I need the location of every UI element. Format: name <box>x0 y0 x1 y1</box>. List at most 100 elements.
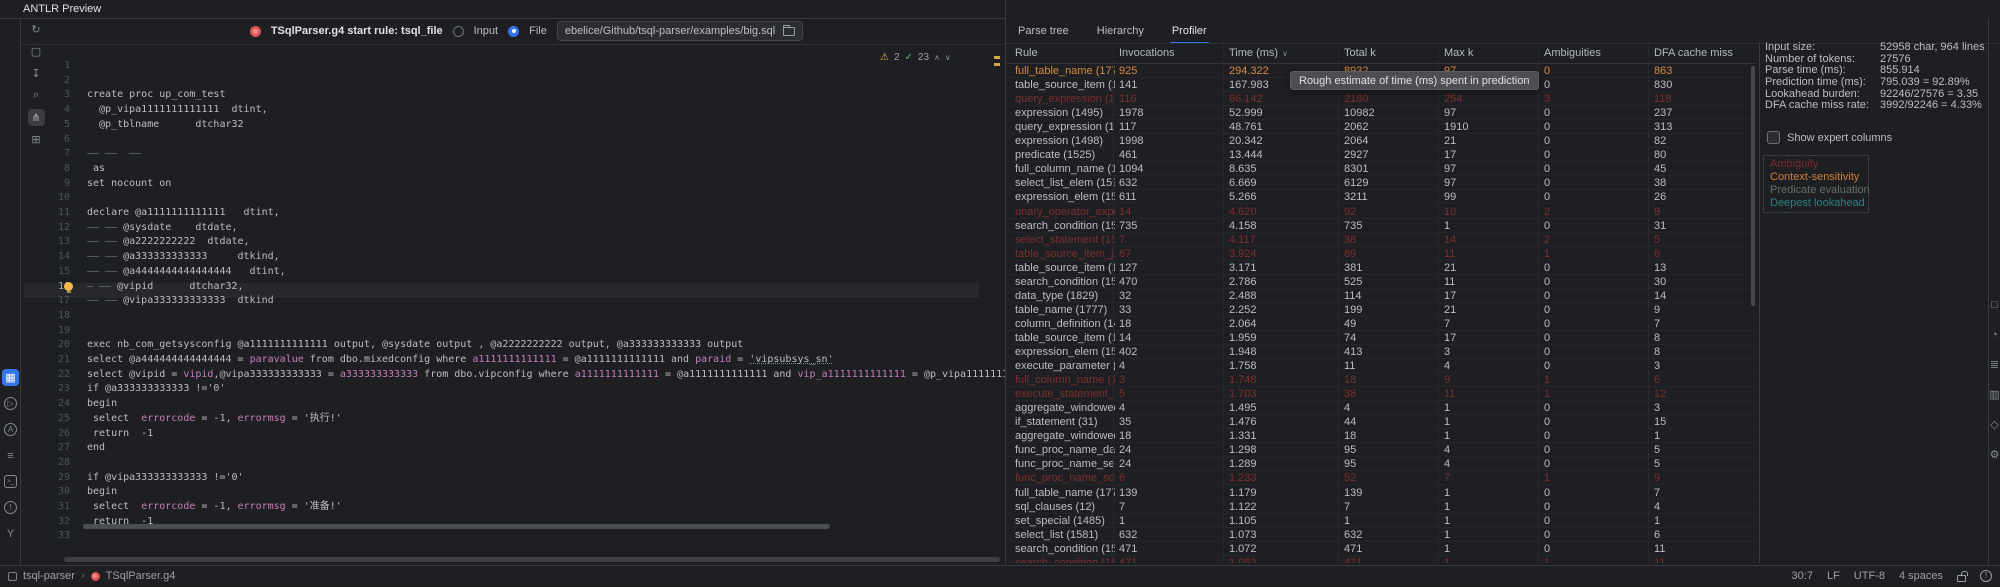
input-radio[interactable] <box>453 26 464 37</box>
table-row-ambiguous[interactable]: table_source_item_j...673.924891118 <box>1005 247 1757 261</box>
tab-parse-tree[interactable]: Parse tree <box>1016 18 1071 43</box>
column-header[interactable]: Invocations <box>1119 47 1175 59</box>
table-row[interactable]: search_condition (1519)7354.1587351031 <box>1005 219 1757 233</box>
code-line[interactable]: 6 <box>20 132 1005 147</box>
code-line[interactable]: 17—— —— @vipa333333333333 dtkind <box>20 293 1005 308</box>
code-line[interactable]: 28 <box>20 455 1005 470</box>
code-line[interactable]: 8 as <box>20 161 1005 176</box>
terminal-icon[interactable]: >_ <box>2 473 19 490</box>
table-row[interactable]: select_list_elem (1592)6326.669612997038 <box>1005 176 1757 190</box>
antlr-preview-icon[interactable]: ▦ <box>2 369 19 386</box>
status-item[interactable]: 4 spaces <box>1899 570 1943 582</box>
code-line[interactable]: 30begin <box>20 484 1005 499</box>
warning-stripe-mark[interactable] <box>994 56 1000 59</box>
right-stripe-icon-5-icon[interactable]: ◇ <box>1986 416 2000 433</box>
table-scrollbar[interactable] <box>1751 66 1755 306</box>
table-row[interactable]: set_special (1485)11.1051101 <box>1005 514 1757 528</box>
table-row-ambiguous[interactable]: unary_operator_expr...144.620921029 <box>1005 205 1757 219</box>
code-line[interactable]: 19 <box>20 323 1005 338</box>
folder-icon[interactable] <box>783 27 795 36</box>
code-line[interactable]: 1 <box>20 58 1005 73</box>
current-file-name[interactable]: TSqlParser.g4 <box>106 570 176 582</box>
code-line[interactable]: 5 @p_tblname dtchar32 <box>20 117 1005 132</box>
code-line[interactable]: 3create proc up_com_test <box>20 87 1005 102</box>
input-radio-label[interactable]: Input <box>474 25 498 37</box>
code-line[interactable]: 10 <box>20 190 1005 205</box>
code-line[interactable]: 33 <box>20 528 1005 543</box>
project-name[interactable]: tsql-parser <box>23 570 75 582</box>
table-row[interactable]: aggregate_windowed...181.33118101 <box>1005 429 1757 443</box>
table-row[interactable]: expression_elem (1590)6115.266321199026 <box>1005 190 1757 204</box>
code-line[interactable]: 22select @vipid = vipid,@vipa33333333333… <box>20 367 1005 382</box>
table-row[interactable]: func_proc_name_serv...241.28995405 <box>1005 457 1757 471</box>
code-line[interactable]: 18 <box>20 308 1005 323</box>
file-radio-label[interactable]: File <box>529 25 547 37</box>
table-row[interactable]: predicate (1525)46113.444292717080 <box>1005 148 1757 162</box>
right-stripe-icon-1-icon[interactable]: □ <box>1986 296 2000 313</box>
table-row[interactable]: if_statement (31)351.476441015 <box>1005 415 1757 429</box>
code-line[interactable]: 26 return -1 <box>20 426 1005 441</box>
tab-profiler[interactable]: Profiler <box>1170 18 1209 43</box>
inspection-widget[interactable]: ⚠ 2 ✓ 23 ∧ ∨ <box>880 49 951 65</box>
table-row[interactable]: execute_parameter (1...41.75811403 <box>1005 359 1757 373</box>
code-line[interactable]: 29if @vipa333333333333 !='0' <box>20 470 1005 485</box>
table-row-ambiguous[interactable]: func_proc_name_sch...61.23352719 <box>1005 471 1757 485</box>
table-row[interactable]: expression (1498)199820.342206421082 <box>1005 134 1757 148</box>
table-row[interactable]: table_name (1777)332.2521992109 <box>1005 303 1757 317</box>
code-line[interactable]: 12—— —— @sysdate dtdate, <box>20 220 1005 235</box>
table-row[interactable]: table_source_item (15...1273.17138121013 <box>1005 261 1757 275</box>
profiler-a-icon[interactable]: A <box>2 421 19 438</box>
table-row[interactable]: full_column_name (17...10948.63583019704… <box>1005 162 1757 176</box>
code-line[interactable]: 13—— —— @a2222222222 dtdate, <box>20 234 1005 249</box>
table-row[interactable]: expression_elem (1589)4021.948413308 <box>1005 345 1757 359</box>
warning-stripe-mark[interactable] <box>994 63 1000 66</box>
problems-icon[interactable]: ! <box>2 499 19 516</box>
right-stripe-icon-2-icon[interactable]: ◔ <box>1986 326 2000 343</box>
right-stripe-icon-6-icon[interactable]: ⚙ <box>1986 446 2000 463</box>
status-item[interactable]: 30:7 <box>1792 570 1813 582</box>
table-row[interactable]: column_definition (1421)182.06449707 <box>1005 317 1757 331</box>
table-row[interactable]: sql_clauses (12)71.1227104 <box>1005 500 1757 514</box>
intention-bulb-icon[interactable] <box>64 282 73 291</box>
expert-columns-checkbox[interactable] <box>1767 131 1780 144</box>
code-line[interactable]: 16— —— @vipid dtchar32, <box>20 279 1005 294</box>
table-row[interactable]: func_proc_name_data...241.29895405 <box>1005 443 1757 457</box>
layers-icon[interactable]: ≡ <box>2 447 19 464</box>
table-row[interactable]: query_expression (1527)11748.76120621910… <box>1005 120 1757 134</box>
table-row[interactable]: full_table_name (1773)1391.179139107 <box>1005 486 1757 500</box>
code-line[interactable]: 15—— —— @a4444444444444444 dtint, <box>20 264 1005 279</box>
right-stripe-icon-4-icon[interactable]: ▥ <box>1986 386 2000 403</box>
column-header[interactable]: Ambiguities <box>1544 47 1601 59</box>
next-problem-chevron[interactable]: ∨ <box>945 53 951 62</box>
status-item[interactable]: UTF-8 <box>1854 570 1885 582</box>
column-header[interactable]: Max k <box>1444 47 1473 59</box>
code-line[interactable]: 31 select errorcode = -1, errormsg = '准备… <box>20 499 1005 514</box>
table-row[interactable]: expression (1495)197852.99910982970237 <box>1005 106 1757 120</box>
table-row[interactable]: data_type (1829)322.48811417014 <box>1005 289 1757 303</box>
table-row-ambiguous[interactable]: execute_statement_a...51.7033811112 <box>1005 387 1757 401</box>
git-branch-icon[interactable]: Y <box>2 525 19 542</box>
table-row-ambiguous[interactable]: select_statement (15...74.117381425 <box>1005 233 1757 247</box>
table-row[interactable]: aggregate_windowed...41.4954103 <box>1005 401 1757 415</box>
code-line[interactable]: 9set nocount on <box>20 176 1005 191</box>
code-line[interactable]: 2 <box>20 73 1005 88</box>
editor-hscrollbar[interactable] <box>83 524 830 529</box>
code-line[interactable]: 7—— —— —— <box>20 146 1005 161</box>
table-row[interactable]: select_list (1581)6321.073632106 <box>1005 528 1757 542</box>
test-file-field[interactable]: ebelice/Github/tsql-parser/examples/big.… <box>557 21 803 41</box>
tab-hierarchy[interactable]: Hierarchy <box>1095 18 1146 43</box>
code-line[interactable]: 21select @a444444444444444 = paravalue f… <box>20 352 1005 367</box>
refresh-icon[interactable]: ↻ <box>28 21 45 38</box>
right-stripe-icon-3-icon[interactable]: ≣ <box>1986 356 2000 373</box>
code-line[interactable]: 4 @p_vipa1111111111111 dtint, <box>20 102 1005 117</box>
table-row-ambiguous[interactable]: full_column_name (14...31.74818916 <box>1005 373 1757 387</box>
status-breadcrumb[interactable]: tsql-parser › TSqlParser.g4 <box>8 565 175 587</box>
table-row[interactable]: search_condition (1517)4702.78652511030 <box>1005 275 1757 289</box>
prev-problem-chevron[interactable]: ∧ <box>934 53 940 62</box>
table-row-ambiguous[interactable]: search_condition (15...4711.0524711111 <box>1005 556 1757 563</box>
code-line[interactable]: 23if @a333333333333 !='0' <box>20 381 1005 396</box>
file-radio[interactable] <box>508 26 519 37</box>
code-line[interactable]: 27end <box>20 440 1005 455</box>
table-row[interactable]: search_condition (1516)4711.0724711011 <box>1005 542 1757 556</box>
status-item[interactable]: LF <box>1827 570 1840 582</box>
